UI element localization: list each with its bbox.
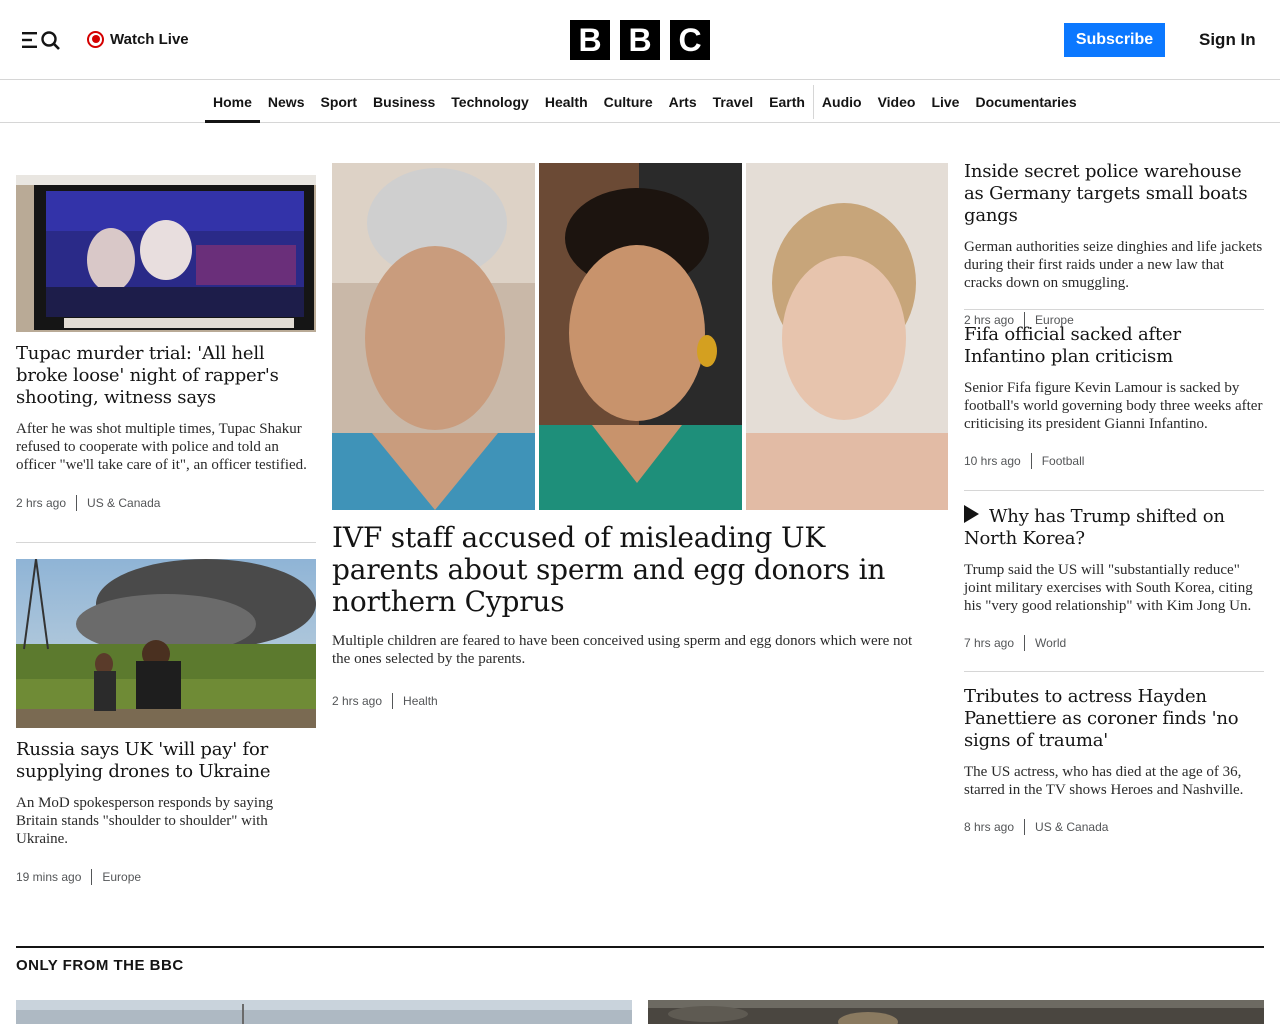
story-meta: 19 mins ago Europe — [16, 868, 316, 886]
story-headline-with-video[interactable]: Why has Trump shifted on North Korea? — [964, 505, 1264, 550]
story-card-russia-drones[interactable]: Russia says UK 'will pay' for supplying … — [16, 559, 316, 886]
watch-live-label: Watch Live — [110, 30, 189, 48]
story-image-tupac — [16, 175, 316, 332]
story-meta: 7 hrs ago World — [964, 634, 1264, 652]
story-card-main-ivf[interactable]: IVF staff accused of misleading UK paren… — [332, 163, 948, 710]
story-headline: Why has Trump shifted on North Korea? — [964, 506, 1225, 549]
sign-in-link[interactable]: Sign In — [1199, 30, 1256, 50]
story-summary: German authorities seize dinghies and li… — [964, 239, 1263, 291]
story-card-tupac[interactable]: Tupac murder trial: 'All hell broke loos… — [16, 175, 316, 512]
meta-divider — [1030, 453, 1032, 469]
section-rule — [16, 946, 1264, 948]
menu-search-button[interactable] — [20, 28, 64, 52]
story-summary: After he was shot multiple times, Tupac … — [16, 421, 307, 473]
nav-item-live[interactable]: Live — [923, 81, 967, 123]
bbc-logo[interactable]: B B C — [570, 20, 710, 60]
story-section[interactable]: US & Canada — [87, 496, 160, 510]
section-title: ONLY FROM THE BBC — [16, 957, 184, 974]
meta-divider — [1024, 819, 1026, 835]
play-icon — [964, 505, 979, 523]
story-section[interactable]: Football — [1042, 454, 1085, 468]
story-section[interactable]: US & Canada — [1035, 820, 1108, 834]
story-meta: 2 hrs ago Health — [332, 692, 948, 710]
story-headline[interactable]: Tributes to actress Hayden Panettiere as… — [964, 686, 1264, 752]
nav-item-culture[interactable]: Culture — [596, 81, 661, 123]
nav-item-home[interactable]: Home — [205, 81, 260, 123]
live-icon — [87, 30, 104, 48]
story-time: 19 mins ago — [16, 870, 82, 884]
story-headline[interactable]: Fifa official sacked after Infantino pla… — [964, 324, 1264, 368]
meta-divider — [1024, 635, 1026, 651]
nav-item-earth[interactable]: Earth — [761, 81, 813, 123]
nav-item-news[interactable]: News — [260, 81, 313, 123]
story-headline[interactable]: Russia says UK 'will pay' for supplying … — [16, 739, 316, 783]
nav-item-arts[interactable]: Arts — [661, 81, 705, 123]
story-time: 8 hrs ago — [964, 820, 1015, 834]
story-section[interactable]: Health — [403, 694, 438, 708]
site-header: Watch Live B B C Subscribe Sign In — [0, 0, 1280, 80]
logo-letter-b1: B — [570, 20, 610, 60]
nav-item-documentaries[interactable]: Documentaries — [967, 81, 1084, 123]
story-meta: 10 hrs ago Football — [964, 452, 1264, 470]
section-story-image-2[interactable] — [648, 1000, 1264, 1024]
story-time: 2 hrs ago — [332, 694, 383, 708]
story-meta: 8 hrs ago US & Canada — [964, 818, 1264, 836]
nav-item-health[interactable]: Health — [537, 81, 596, 123]
story-summary: Trump said the US will "substantially re… — [964, 562, 1253, 614]
story-meta: 2 hrs ago US & Canada — [16, 494, 316, 512]
story-section[interactable]: Europe — [102, 870, 141, 884]
nav-item-audio[interactable]: Audio — [814, 81, 870, 123]
story-divider — [16, 542, 316, 543]
subscribe-button[interactable]: Subscribe — [1064, 23, 1165, 57]
nav-item-video[interactable]: Video — [870, 81, 924, 123]
nav-item-business[interactable]: Business — [365, 81, 443, 123]
story-image-ivf — [332, 163, 948, 510]
nav-item-sport[interactable]: Sport — [312, 81, 365, 123]
story-card-germany-boats[interactable]: Inside secret police warehouse as German… — [964, 161, 1264, 329]
meta-divider — [91, 869, 93, 885]
story-summary: An MoD spokesperson responds by saying B… — [16, 795, 274, 847]
logo-letter-b2: B — [620, 20, 660, 60]
main-story-headline[interactable]: IVF staff accused of misleading UK paren… — [332, 522, 932, 618]
story-headline[interactable]: Inside secret police warehouse as German… — [964, 161, 1264, 227]
nav-item-technology[interactable]: Technology — [443, 81, 537, 123]
story-divider — [964, 490, 1264, 491]
story-card-fifa[interactable]: Fifa official sacked after Infantino pla… — [964, 324, 1264, 470]
story-summary: Senior Fifa figure Kevin Lamour is sacke… — [964, 380, 1263, 432]
main-story-summary: Multiple children are feared to have bee… — [332, 633, 913, 667]
story-card-trump-korea[interactable]: Why has Trump shifted on North Korea? Tr… — [964, 505, 1264, 652]
story-image-russia-drones — [16, 559, 316, 728]
story-divider — [964, 671, 1264, 672]
main-nav: Home News Sport Business Technology Heal… — [0, 81, 1280, 123]
story-section[interactable]: World — [1035, 636, 1066, 650]
story-card-panettiere[interactable]: Tributes to actress Hayden Panettiere as… — [964, 686, 1264, 836]
watch-live-link[interactable]: Watch Live — [87, 28, 189, 50]
story-time: 10 hrs ago — [964, 454, 1021, 468]
nav-item-travel[interactable]: Travel — [705, 81, 761, 123]
story-headline[interactable]: Tupac murder trial: 'All hell broke loos… — [16, 343, 316, 409]
menu-search-icon — [22, 31, 60, 50]
story-time: 2 hrs ago — [16, 496, 67, 510]
story-summary: The US actress, who has died at the age … — [964, 764, 1244, 798]
meta-divider — [392, 693, 394, 709]
story-time: 7 hrs ago — [964, 636, 1015, 650]
section-story-image-1[interactable] — [16, 1000, 632, 1024]
meta-divider — [76, 495, 78, 511]
story-divider — [964, 309, 1264, 310]
logo-letter-c: C — [670, 20, 710, 60]
